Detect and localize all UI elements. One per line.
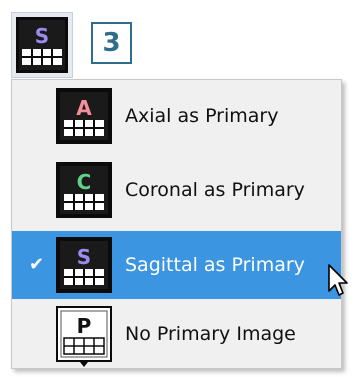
axial-view-icon: A <box>56 88 112 144</box>
menu-item-label: Sagittal as Primary <box>125 254 305 276</box>
mouse-pointer-icon <box>328 264 348 296</box>
coronal-view-icon: C <box>56 162 112 218</box>
menu-item-axial-as-primary[interactable]: A Axial as Primary <box>12 82 341 150</box>
primary-view-button[interactable]: S <box>11 12 73 78</box>
view-letter: P <box>77 314 92 338</box>
menu-item-label: Coronal as Primary <box>125 179 305 201</box>
menu-item-label: Axial as Primary <box>125 105 279 127</box>
no-primary-image-icon: P <box>56 306 112 367</box>
view-letter: S <box>35 24 49 48</box>
menu-item-sagittal-as-primary[interactable]: ✔ S Sagittal as Primary <box>12 231 341 299</box>
step-number-badge: 3 <box>91 22 132 64</box>
primary-view-menu: A Axial as Primary C Coronal as Primary … <box>11 79 342 369</box>
view-letter: A <box>76 96 92 120</box>
checkmark-icon: ✔ <box>29 254 45 275</box>
menu-item-no-primary-image[interactable]: P No Primary Image <box>12 300 341 368</box>
menu-item-coronal-as-primary[interactable]: C Coronal as Primary <box>12 156 341 224</box>
sagittal-view-icon: S <box>56 237 112 293</box>
sagittal-view-icon: S <box>16 17 68 73</box>
view-letter: S <box>77 245 91 269</box>
menu-item-label: No Primary Image <box>125 323 296 345</box>
view-letter: C <box>77 170 92 194</box>
view-selector: S 3 A Axial as Primary C Coronal as Prim… <box>0 0 354 377</box>
